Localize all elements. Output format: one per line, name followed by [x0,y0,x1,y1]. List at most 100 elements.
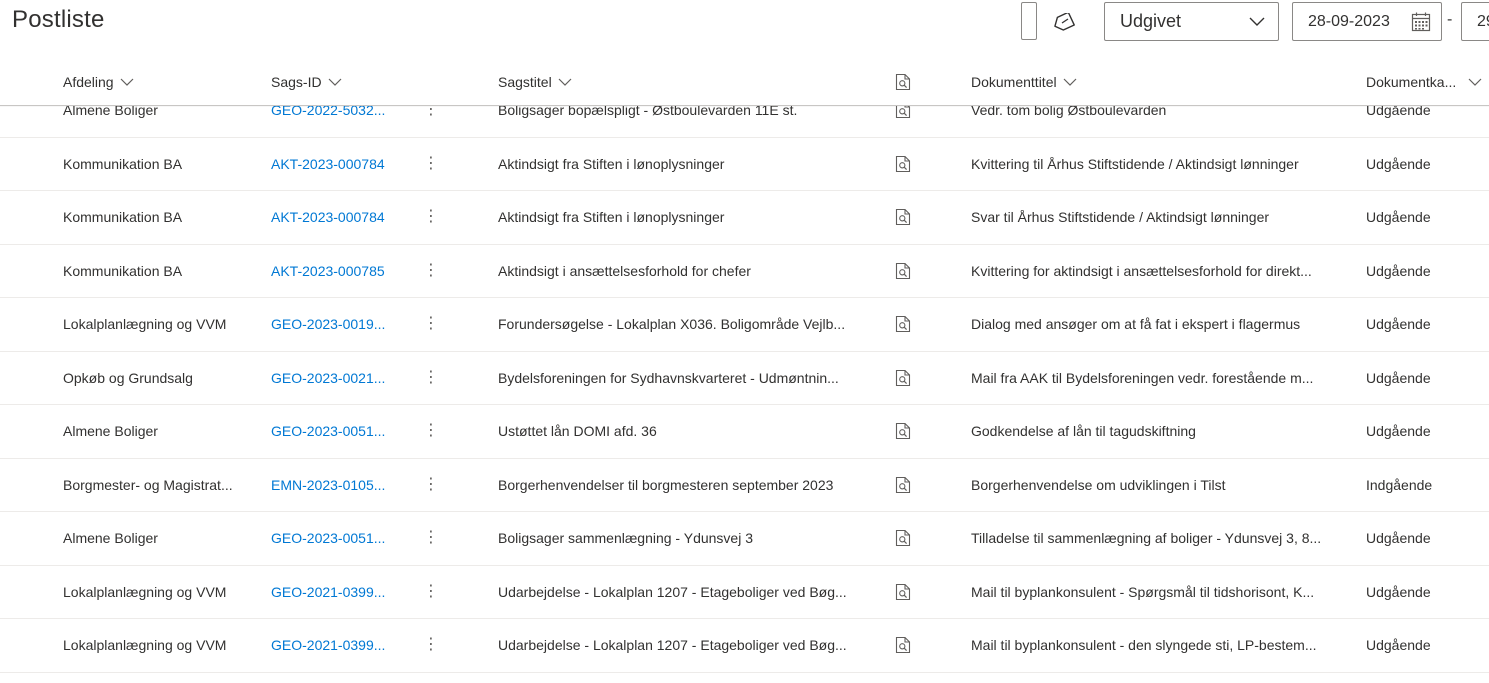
column-header-dokumenttitel[interactable]: Dokumenttitel [971,74,1077,90]
date-to-field[interactable]: 29 [1461,2,1489,41]
clear-filter-button[interactable] [1050,8,1078,36]
postliste-page: Postliste Udgivet 28-09-2023 - 2 Almene … [0,0,1489,683]
clear-filter-icon [1054,13,1075,31]
cell-sagstitel: Udarbejdelse - Lokalplan 1207 - Etagebol… [498,637,847,654]
cell-dokumenttitel: Mail til byplankonsulent - den slyngede … [971,637,1317,654]
cell-afdeling: Almene Boliger [63,423,158,440]
cell-afdeling: Lokalplanlægning og VVM [63,583,227,600]
cell-sagstitel: Ustøttet lån DOMI afd. 36 [498,423,657,440]
cell-afdeling: Kommunikation BA [63,209,183,226]
cell-sags-id-link[interactable]: GEO-2023-0021... [271,368,391,388]
more-vertical-icon[interactable]: ⋮ [423,528,437,548]
document-search-icon[interactable] [894,422,912,440]
document-search-icon[interactable] [894,155,912,173]
column-header-preview [894,73,912,91]
more-vertical-icon[interactable]: ⋮ [423,314,437,334]
chevron-down-icon [1249,17,1265,26]
cell-dokumentkategori: Udgående [1366,209,1431,226]
calendar-icon[interactable] [1411,12,1431,32]
document-search-icon[interactable] [894,369,912,387]
cell-afdeling: Lokalplanlægning og VVM [63,316,227,333]
document-search-icon[interactable] [894,262,912,280]
cell-dokumentkategori: Udgående [1366,262,1431,279]
document-search-icon[interactable] [894,529,912,547]
table-row[interactable]: Almene Boliger GEO-2023-0051... ⋮ Boligsage… [0,512,1489,566]
more-vertical-icon[interactable]: ⋮ [423,154,437,174]
search-input[interactable] [1021,2,1037,40]
more-vertical-icon[interactable]: ⋮ [423,207,437,227]
cell-afdeling: Borgmester- og Magistrat... [63,476,233,493]
cell-afdeling: Lokalplanlægning og VVM [63,637,227,654]
cell-dokumenttitel: Kvittering til Århus Stiftstidende / Akt… [971,155,1299,172]
table-row[interactable]: Almene Boliger GEO-2023-0051... ⋮ Ustøttet … [0,405,1489,459]
cell-sags-id-link[interactable]: GEO-2023-0019... [271,314,391,334]
cell-dokumenttitel: Godkendelse af lån til tagudskiftning [971,423,1196,440]
table-row[interactable]: Opkøb og Grundsalg GEO-2023-0021... ⋮ Bydel… [0,352,1489,405]
date-separator: - [1447,11,1453,28]
table-row[interactable]: Lokalplanlægning og VVM GEO-2021-0399... ⋮… [0,619,1489,673]
cell-afdeling: Almene Boliger [63,530,158,547]
header-bar: Postliste Udgivet 28-09-2023 - 2 [0,0,1489,56]
column-label: Sags-ID [271,74,322,90]
document-search-icon[interactable] [894,315,912,333]
column-label: Dokumenttitel [971,74,1057,90]
document-search-icon[interactable] [894,476,912,494]
cell-sags-id-link[interactable]: GEO-2023-0051... [271,421,391,441]
cell-sags-id-link[interactable]: GEO-2021-0399... [271,582,391,602]
document-search-icon[interactable] [894,636,912,654]
cell-dokumenttitel: Tilladelse til sammenlægning af boliger … [971,530,1322,547]
cell-dokumentkategori: Udgående [1366,369,1431,386]
cell-sags-id-link[interactable]: AKT-2023-000784 [271,207,391,227]
cell-dokumenttitel: Mail fra AAK til Bydelsforeningen vedr. … [971,369,1314,386]
cell-dokumentkategori: Udgående [1366,316,1431,333]
table-row[interactable]: Lokalplanlægning og VVM GEO-2023-0019... ⋮… [0,298,1489,352]
cell-sagstitel: Forundersøgelse - Lokalplan X036. Boligo… [498,316,846,333]
cell-dokumentkategori: Udgående [1366,423,1431,440]
column-header-sagstitel[interactable]: Sagstitel [498,74,572,90]
cell-sagstitel: Boligsager sammenlægning - Ydunsvej 3 [498,530,753,547]
column-label: Dokumentka... [1366,74,1457,90]
more-vertical-icon[interactable]: ⋮ [423,475,437,495]
cell-sags-id-link[interactable]: EMN-2023-0105... [271,475,391,495]
status-dropdown[interactable]: Udgivet [1104,2,1279,41]
postliste-rows: Almene BoligerGEO-2022-5032...⋮Boligsage… [0,84,1489,673]
cell-sagstitel: Borgerhenvendelser til borgmesteren sept… [498,476,834,493]
cell-dokumentkategori: Udgående [1366,155,1431,172]
more-vertical-icon[interactable]: ⋮ [423,368,437,388]
date-from-field[interactable]: 28-09-2023 [1292,2,1442,41]
cell-dokumenttitel: Svar til Århus Stiftstidende / Aktindsig… [971,209,1270,226]
cell-dokumenttitel: Kvittering for aktindsigt i ansættelsesf… [971,262,1312,279]
table-row[interactable]: Kommunikation BA AKT-2023-000785 ⋮ Aktindsi… [0,245,1489,298]
more-vertical-icon[interactable]: ⋮ [423,421,437,441]
column-header-afdeling[interactable]: Afdeling [63,74,134,90]
cell-sags-id-link[interactable]: AKT-2023-000785 [271,261,391,281]
cell-sagstitel: Aktindsigt i ansættelsesforhold for chef… [498,262,751,279]
cell-sags-id-link[interactable]: AKT-2023-000784 [271,154,391,174]
cell-sagstitel: Udarbejdelse - Lokalplan 1207 - Etagebol… [498,583,847,600]
cell-sags-id-link[interactable]: GEO-2021-0399... [271,635,391,655]
table-row[interactable]: Kommunikation BA AKT-2023-000784 ⋮ Aktindsi… [0,191,1489,245]
chevron-down-icon [558,78,572,86]
chevron-down-icon [120,78,134,86]
document-search-icon[interactable] [894,208,912,226]
chevron-down-icon [1468,78,1482,86]
table-row[interactable]: Lokalplanlægning og VVM GEO-2021-0399... ⋮… [0,566,1489,619]
chevron-down-icon [1063,78,1077,86]
more-vertical-icon[interactable]: ⋮ [423,635,437,655]
page-title: Postliste [12,6,105,33]
table-row[interactable]: Borgmester- og Magistrat... EMN-2023-0105… [0,459,1489,512]
cell-sagstitel: Bydelsforeningen for Sydhavnskvarteret -… [498,369,839,386]
table-row[interactable]: Kommunikation BA AKT-2023-000784 ⋮ Aktindsi… [0,138,1489,191]
more-vertical-icon[interactable]: ⋮ [423,582,437,602]
column-header-dokumentkategori[interactable]: Dokumentka... [1366,74,1482,90]
cell-dokumenttitel: Borgerhenvendelse om udviklingen i Tilst [971,476,1226,493]
more-vertical-icon[interactable]: ⋮ [423,261,437,281]
cell-sags-id-link[interactable]: GEO-2023-0051... [271,528,391,548]
column-header-sags-id[interactable]: Sags-ID [271,74,342,90]
cell-afdeling: Kommunikation BA [63,155,183,172]
date-from-value: 28-09-2023 [1308,12,1390,30]
document-search-icon [895,73,911,91]
column-label: Sagstitel [498,74,552,90]
document-search-icon[interactable] [894,583,912,601]
cell-dokumentkategori: Udgående [1366,637,1431,654]
